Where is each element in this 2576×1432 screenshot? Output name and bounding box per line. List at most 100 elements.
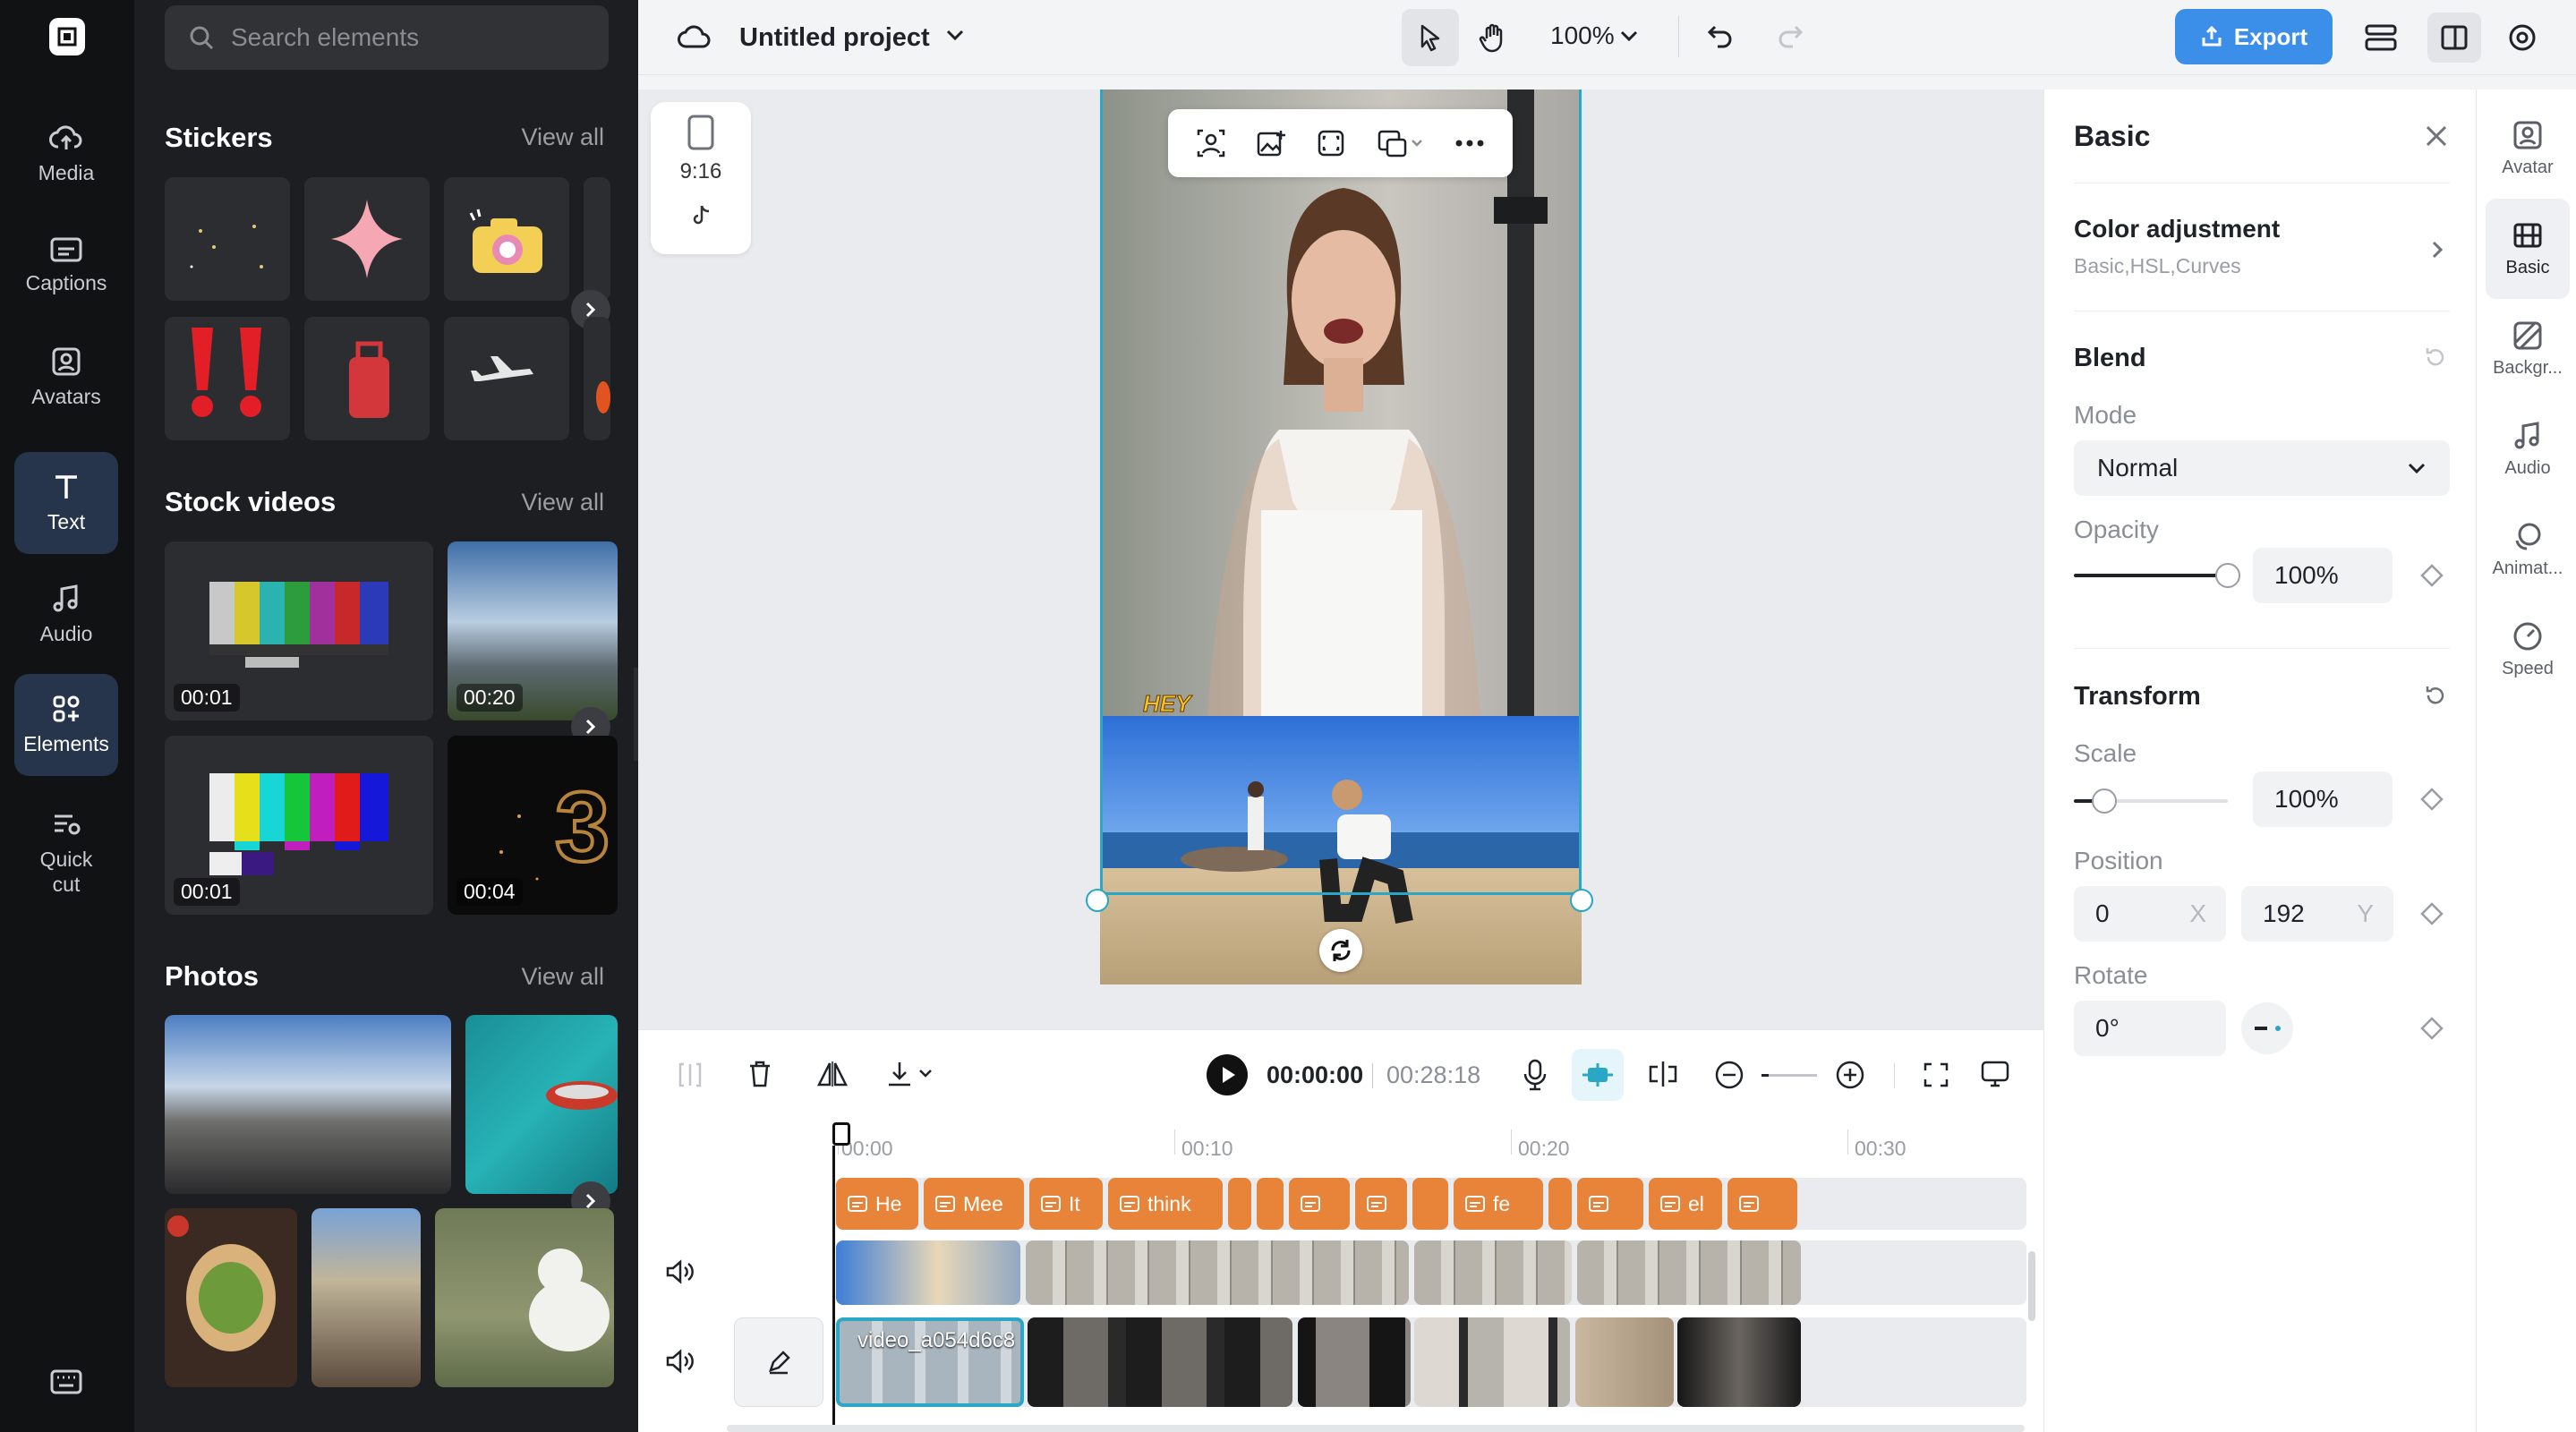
position-x-input[interactable]: 0 X xyxy=(2074,886,2226,942)
caption-clip[interactable]: el xyxy=(1649,1178,1722,1230)
stock-video-color-bars-2[interactable]: 00:01 xyxy=(165,736,433,915)
timeline-horizontal-scrollbar[interactable] xyxy=(727,1425,2025,1432)
download-icon[interactable] xyxy=(886,1060,940,1088)
sticker-sparkles[interactable] xyxy=(165,177,290,301)
flip-icon[interactable] xyxy=(816,1060,849,1088)
caption-clip[interactable]: fe xyxy=(1454,1178,1543,1230)
caption-clip[interactable] xyxy=(1548,1178,1572,1230)
caption-clip[interactable]: He xyxy=(836,1178,918,1230)
more-options-icon[interactable] xyxy=(1454,139,1485,148)
rail-item-text[interactable]: Text xyxy=(14,452,118,554)
play-button[interactable] xyxy=(1207,1054,1248,1095)
main-clip-5[interactable] xyxy=(1575,1317,1674,1407)
main-clip-6[interactable] xyxy=(1677,1317,1801,1407)
microphone-icon[interactable] xyxy=(1522,1058,1548,1092)
zoom-chevron-icon[interactable] xyxy=(1620,30,1638,41)
select-tool-button[interactable] xyxy=(1402,9,1459,66)
rail-item-elements[interactable]: Elements xyxy=(14,674,118,776)
photo-tacos[interactable] xyxy=(165,1208,297,1387)
zoom-level[interactable]: 100% xyxy=(1550,21,1615,50)
sticker-suitcase[interactable] xyxy=(304,317,430,440)
opacity-keyframe-icon[interactable] xyxy=(2420,564,2444,587)
redo-button[interactable] xyxy=(1770,16,1810,57)
opacity-input[interactable]: 100% xyxy=(2253,548,2393,603)
blend-mode-select[interactable]: Normal xyxy=(2074,440,2450,496)
split-screen-icon[interactable] xyxy=(1647,1060,1679,1088)
photo-street[interactable] xyxy=(311,1208,421,1387)
settings-button[interactable] xyxy=(2497,13,2547,63)
sticker-pink-star[interactable] xyxy=(304,177,430,301)
delete-icon[interactable] xyxy=(746,1060,773,1088)
tab-audio[interactable]: Audio xyxy=(2486,399,2570,499)
crop-frame-icon[interactable] xyxy=(1316,128,1346,158)
split-icon[interactable] xyxy=(677,1061,704,1088)
sticker-exclamation[interactable] xyxy=(165,317,290,440)
cloud-sync-icon[interactable] xyxy=(677,21,712,52)
app-logo[interactable] xyxy=(49,18,85,55)
scale-slider[interactable] xyxy=(2074,788,2228,814)
photos-view-all[interactable]: View all xyxy=(521,963,604,991)
panel-layout-button[interactable] xyxy=(2427,13,2481,63)
photo-boat-sea[interactable] xyxy=(465,1015,618,1194)
rotate-dial[interactable] xyxy=(2241,1002,2293,1054)
keyboard-icon[interactable] xyxy=(50,1369,82,1394)
main-clip-2[interactable] xyxy=(1028,1317,1292,1407)
aspect-ratio-card[interactable]: 9:16 xyxy=(651,102,751,254)
caption-clip[interactable] xyxy=(1257,1178,1284,1230)
overlay-clip-talking-3[interactable] xyxy=(1577,1240,1801,1305)
sticker-camera[interactable] xyxy=(444,177,569,301)
main-clip-selected[interactable]: video_a054d6c8 xyxy=(836,1317,1024,1407)
position-keyframe-icon[interactable] xyxy=(2420,902,2444,925)
stock-video-sparks[interactable]: 3 00:04 xyxy=(448,736,618,915)
zoom-out-icon[interactable] xyxy=(1714,1060,1744,1090)
scale-keyframe-icon[interactable] xyxy=(2420,788,2444,811)
layers-button[interactable] xyxy=(2356,13,2406,63)
rotate-input[interactable]: 0° xyxy=(2074,1001,2226,1056)
photo-city-skyline[interactable] xyxy=(165,1015,451,1194)
caption-clip[interactable] xyxy=(1727,1178,1797,1230)
playhead-handle[interactable] xyxy=(832,1122,850,1146)
transform-reset-icon[interactable] xyxy=(2424,684,2447,707)
undo-button[interactable] xyxy=(1701,16,1740,57)
sticker-partial[interactable] xyxy=(584,177,610,301)
resize-handle-bottom-right[interactable] xyxy=(1570,889,1593,912)
color-adjustment-title[interactable]: Color adjustment xyxy=(2074,215,2280,243)
rail-item-media[interactable]: Media xyxy=(14,103,118,205)
resize-handle-bottom-left[interactable] xyxy=(1086,889,1109,912)
main-clip-3[interactable] xyxy=(1298,1317,1411,1407)
replace-media-icon[interactable] xyxy=(1377,128,1425,158)
rail-item-captions[interactable]: Captions xyxy=(14,215,118,317)
fullscreen-icon[interactable] xyxy=(1923,1061,1949,1088)
overlay-track-volume-icon[interactable] xyxy=(664,1258,695,1285)
caption-clip[interactable] xyxy=(1577,1178,1643,1230)
chevron-right-icon[interactable] xyxy=(2431,240,2444,260)
rotate-handle[interactable] xyxy=(1319,929,1362,972)
stock-videos-view-all[interactable]: View all xyxy=(521,489,604,516)
main-clip-4[interactable] xyxy=(1414,1317,1570,1407)
rail-item-audio[interactable]: Audio xyxy=(14,564,118,666)
tab-basic[interactable]: Basic xyxy=(2486,199,2570,299)
project-name[interactable]: Untitled project xyxy=(739,23,930,53)
tab-avatar[interactable]: Avatar xyxy=(2486,98,2570,199)
opacity-slider[interactable] xyxy=(2074,563,2240,588)
stock-video-mountains[interactable]: 00:20 xyxy=(448,541,618,720)
overlay-clip-talking[interactable] xyxy=(1026,1240,1409,1305)
caption-clip[interactable]: think xyxy=(1108,1178,1223,1230)
auto-snap-button[interactable] xyxy=(1572,1049,1624,1101)
caption-clip[interactable]: It xyxy=(1029,1178,1103,1230)
caption-clip[interactable] xyxy=(1228,1178,1251,1230)
overlay-clip-beach[interactable] xyxy=(836,1240,1020,1305)
export-button[interactable]: Export xyxy=(2175,9,2333,64)
tab-background[interactable]: Backgr... xyxy=(2486,299,2570,399)
project-menu-chevron-icon[interactable] xyxy=(945,29,965,41)
caption-clip[interactable] xyxy=(1355,1178,1407,1230)
blend-reset-icon[interactable] xyxy=(2424,345,2447,369)
rotate-keyframe-icon[interactable] xyxy=(2420,1017,2444,1040)
stickers-view-all[interactable]: View all xyxy=(521,124,604,151)
cover-edit-button[interactable] xyxy=(734,1317,823,1407)
scale-slider-knob[interactable] xyxy=(2092,788,2117,814)
search-elements-input[interactable]: Search elements xyxy=(165,5,609,70)
image-add-icon[interactable] xyxy=(1256,128,1286,158)
position-y-input[interactable]: 192 Y xyxy=(2241,886,2393,942)
scale-input[interactable]: 100% xyxy=(2253,771,2393,827)
